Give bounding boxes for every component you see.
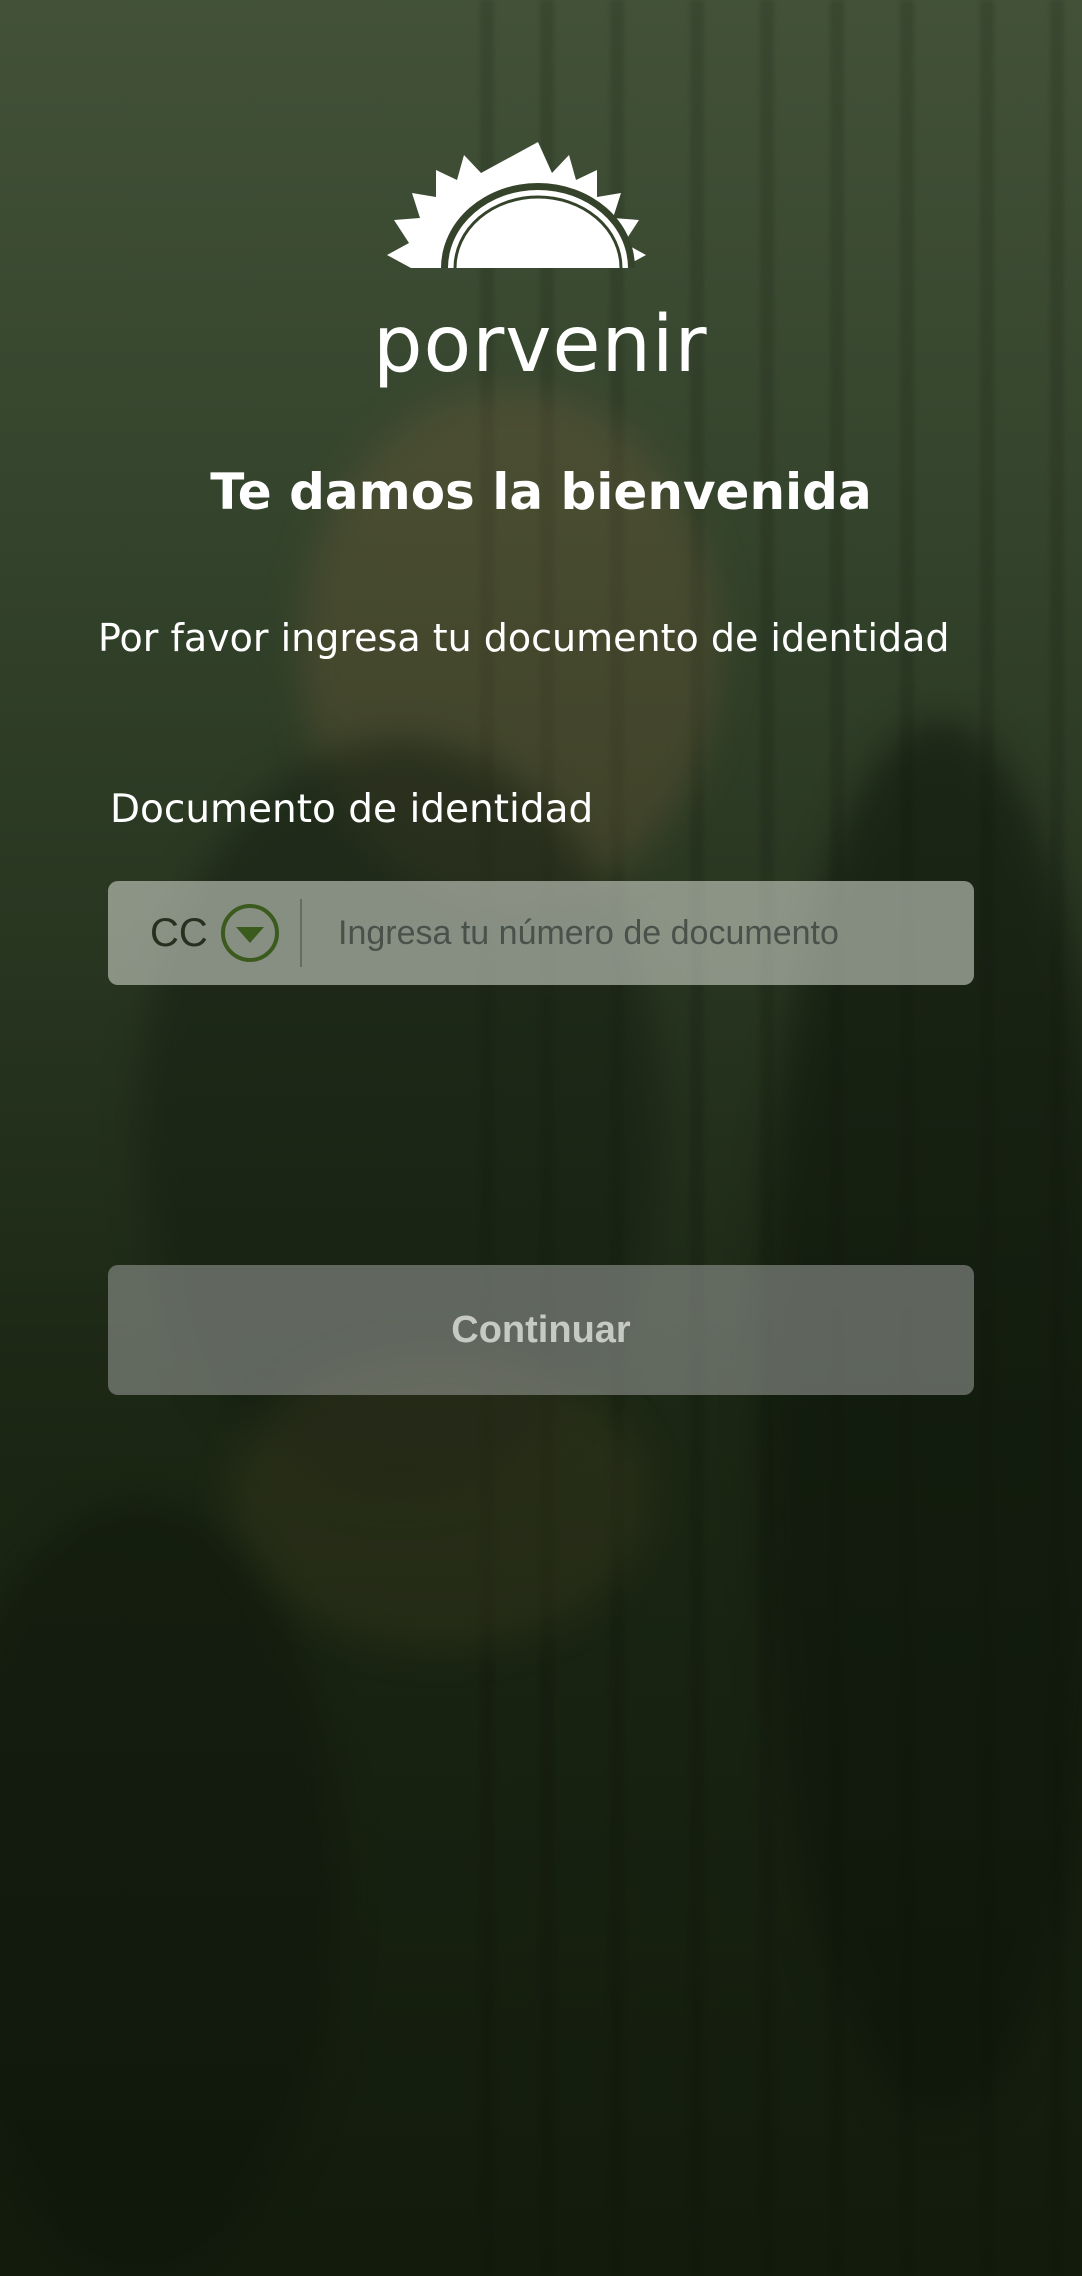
document-type-select[interactable]: CC	[108, 881, 300, 985]
document-number-input[interactable]	[322, 881, 962, 985]
document-field-label: Documento de identidad	[110, 787, 594, 832]
porvenir-logo: porvenir	[373, 140, 708, 400]
sun-icon	[387, 142, 646, 269]
continue-button[interactable]: Continuar	[108, 1265, 974, 1395]
welcome-instruction: Por favor ingresa tu documento de identi…	[98, 616, 950, 660]
document-type-value: CC	[150, 911, 208, 955]
chevron-down-circle-icon[interactable]	[220, 903, 280, 963]
welcome-title: Te damos la bienvenida	[210, 463, 872, 521]
document-input-group: CC	[108, 881, 974, 985]
input-divider	[300, 899, 302, 967]
brand-wordmark: porvenir	[373, 300, 708, 390]
